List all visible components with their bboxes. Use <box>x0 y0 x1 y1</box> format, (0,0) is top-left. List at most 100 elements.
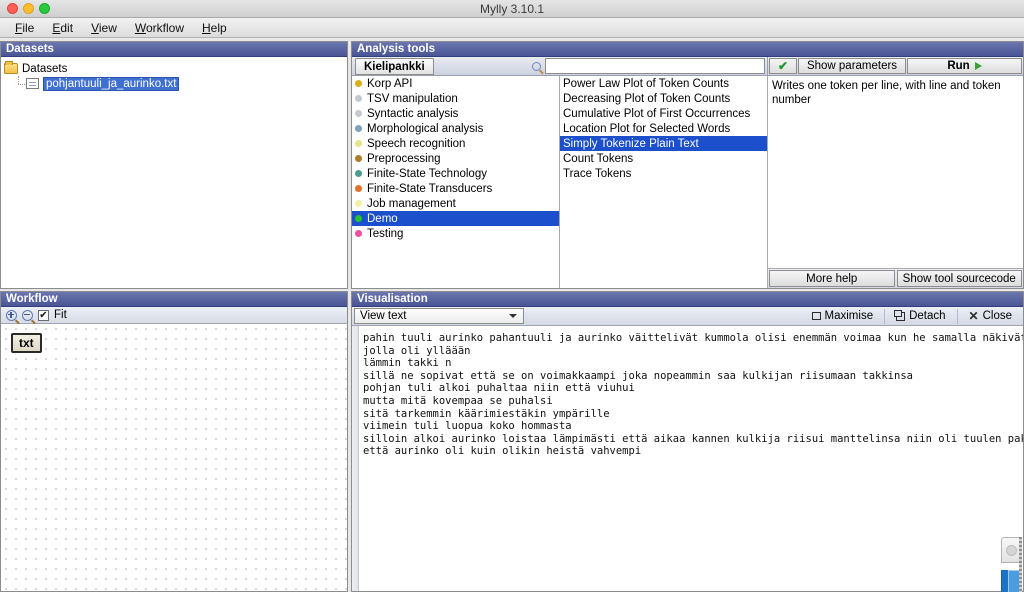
category-bullet-icon <box>355 95 362 102</box>
tab-strip-filler <box>436 57 527 75</box>
fit-checkbox[interactable]: ✔ <box>38 309 49 321</box>
fit-label: Fit <box>54 309 67 321</box>
tool-category-row[interactable]: Finite-State Transducers <box>352 181 559 196</box>
more-help-button[interactable]: More help <box>769 270 895 287</box>
maximise-button[interactable]: Maximise <box>803 308 883 325</box>
tool-category-row[interactable]: Korp API <box>352 76 559 91</box>
tool-list-row[interactable]: Count Tokens <box>560 151 767 166</box>
datasets-tree[interactable]: Datasets pohjantuuli_ja_aurinko.txt <box>1 57 347 288</box>
menu-help-rest: elp <box>210 20 227 35</box>
run-controls: ✔ Show parameters Run <box>767 57 1023 75</box>
run-button[interactable]: Run <box>907 58 1022 74</box>
menu-view-rest: iew <box>98 20 117 35</box>
zoom-window-button[interactable] <box>39 3 50 14</box>
tool-category-row[interactable]: Job management <box>352 196 559 211</box>
tool-category-row[interactable]: Morphological analysis <box>352 121 559 136</box>
view-mode-select[interactable]: View text <box>354 308 524 324</box>
menu-help[interactable]: Help <box>193 19 236 37</box>
detach-icon <box>894 309 906 321</box>
search-input[interactable] <box>545 58 765 74</box>
text-gutter <box>352 326 359 591</box>
datasets-panel: Datasets Datasets pohjantuuli_ja_aurinko… <box>0 41 348 289</box>
detach-label: Detach <box>909 310 946 322</box>
tool-category-list[interactable]: Korp API TSV manipulation Syntactic analys… <box>352 76 560 288</box>
tool-category-row[interactable]: Demo <box>352 211 559 226</box>
workflow-node-txt[interactable]: txt <box>11 333 42 353</box>
tool-help-buttons: More help Show tool sourcecode <box>768 269 1023 288</box>
tool-category-label: Job management <box>367 197 456 210</box>
tree-branch-line <box>15 76 26 91</box>
menubar: File Edit View Workflow Help <box>0 18 1024 38</box>
tool-list-label: Trace Tokens <box>563 167 632 180</box>
zoom-in-icon[interactable] <box>6 309 17 321</box>
category-bullet-icon <box>355 80 362 87</box>
menu-workflow-rest: orkflow <box>145 20 184 35</box>
tool-list-label: Count Tokens <box>563 152 634 165</box>
close-button[interactable]: ✕ Close <box>960 308 1021 325</box>
tool-category-row[interactable]: Finite-State Technology <box>352 166 559 181</box>
workflow-canvas[interactable]: txt <box>1 324 347 591</box>
search-icon <box>527 61 545 71</box>
visualisation-toolbar: View text Maximise Detach ✕ Close <box>352 307 1023 326</box>
tool-category-row[interactable]: TSV manipulation <box>352 91 559 106</box>
category-bullet-icon <box>355 215 362 222</box>
tool-list-row[interactable]: Trace Tokens <box>560 166 767 181</box>
show-parameters-button[interactable]: Show parameters <box>798 58 906 74</box>
validate-icon-button[interactable]: ✔ <box>769 58 797 74</box>
analysis-tools-toolbar: Kielipankki ✔ Show parameters Run <box>352 57 1023 76</box>
tool-category-label: TSV manipulation <box>367 92 458 105</box>
show-tool-sourcecode-button[interactable]: Show tool sourcecode <box>896 270 1022 287</box>
tool-description-column: Writes one token per line, with line and… <box>768 76 1023 288</box>
menu-view[interactable]: View <box>82 19 126 37</box>
tool-list-row[interactable]: Decreasing Plot of Token Counts <box>560 91 767 106</box>
datasets-panel-title: Datasets <box>1 42 347 57</box>
traffic-light-group <box>0 3 50 14</box>
menu-workflow[interactable]: Workflow <box>126 19 193 37</box>
window-title: Mylly 3.10.1 <box>479 1 545 16</box>
tool-list-row[interactable]: Simply Tokenize Plain Text <box>560 136 767 151</box>
zoom-out-icon[interactable] <box>22 309 33 321</box>
tool-list-row[interactable]: Cumulative Plot of First Occurrences <box>560 106 767 121</box>
tool-category-label: Speech recognition <box>367 137 466 150</box>
file-icon <box>26 78 39 89</box>
menu-file[interactable]: File <box>6 19 43 37</box>
category-bullet-icon <box>355 170 362 177</box>
analysis-tools-panel: Analysis tools Kielipankki ✔ Show parame… <box>351 41 1024 289</box>
tool-category-row[interactable]: Syntactic analysis <box>352 106 559 121</box>
category-bullet-icon <box>355 200 362 207</box>
tree-item-dataset-file[interactable]: pohjantuuli_ja_aurinko.txt <box>4 76 344 91</box>
close-window-button[interactable] <box>7 3 18 14</box>
visualisation-panel-title: Visualisation <box>352 292 1023 307</box>
workflow-panel-title: Workflow <box>1 292 347 307</box>
tree-root-row[interactable]: Datasets <box>4 61 344 76</box>
tool-category-label: Korp API <box>367 77 413 90</box>
menu-file-rest: ile <box>22 20 35 35</box>
tool-list-row[interactable]: Power Law Plot of Token Counts <box>560 76 767 91</box>
corner-widget-dot-icon <box>1006 544 1017 556</box>
view-mode-selected-label: View text <box>360 310 407 322</box>
main-workarea: Datasets Datasets pohjantuuli_ja_aurinko… <box>0 39 1024 592</box>
menu-edit-rest: dit <box>60 20 74 35</box>
tool-search-area <box>527 57 767 75</box>
visualisation-text-content[interactable]: pahin tuuli aurinko pahantuuli ja aurink… <box>359 326 1023 591</box>
tool-list-label: Power Law Plot of Token Counts <box>563 77 729 90</box>
minimize-window-button[interactable] <box>23 3 34 14</box>
tool-category-row[interactable]: Testing <box>352 226 559 241</box>
corner-overlay-widget[interactable] <box>1001 537 1022 592</box>
tool-category-row[interactable]: Speech recognition <box>352 136 559 151</box>
category-bullet-icon <box>355 185 362 192</box>
scrollbar-hint[interactable] <box>1019 537 1022 592</box>
analysis-tools-panel-title: Analysis tools <box>352 42 1023 57</box>
tool-category-label: Demo <box>367 212 398 225</box>
tool-list-row[interactable]: Location Plot for Selected Words <box>560 121 767 136</box>
tool-list[interactable]: Power Law Plot of Token Counts Decreasing… <box>560 76 768 288</box>
tab-kielipankki[interactable]: Kielipankki <box>355 58 434 75</box>
detach-button[interactable]: Detach <box>887 308 954 325</box>
category-bullet-icon <box>355 110 362 117</box>
tool-category-label: Syntactic analysis <box>367 107 459 120</box>
menu-edit[interactable]: Edit <box>43 19 82 37</box>
folder-icon <box>4 61 18 74</box>
tool-category-row[interactable]: Preprocessing <box>352 151 559 166</box>
maximise-icon <box>811 312 821 320</box>
visualisation-body: pahin tuuli aurinko pahantuuli ja aurink… <box>352 326 1023 591</box>
